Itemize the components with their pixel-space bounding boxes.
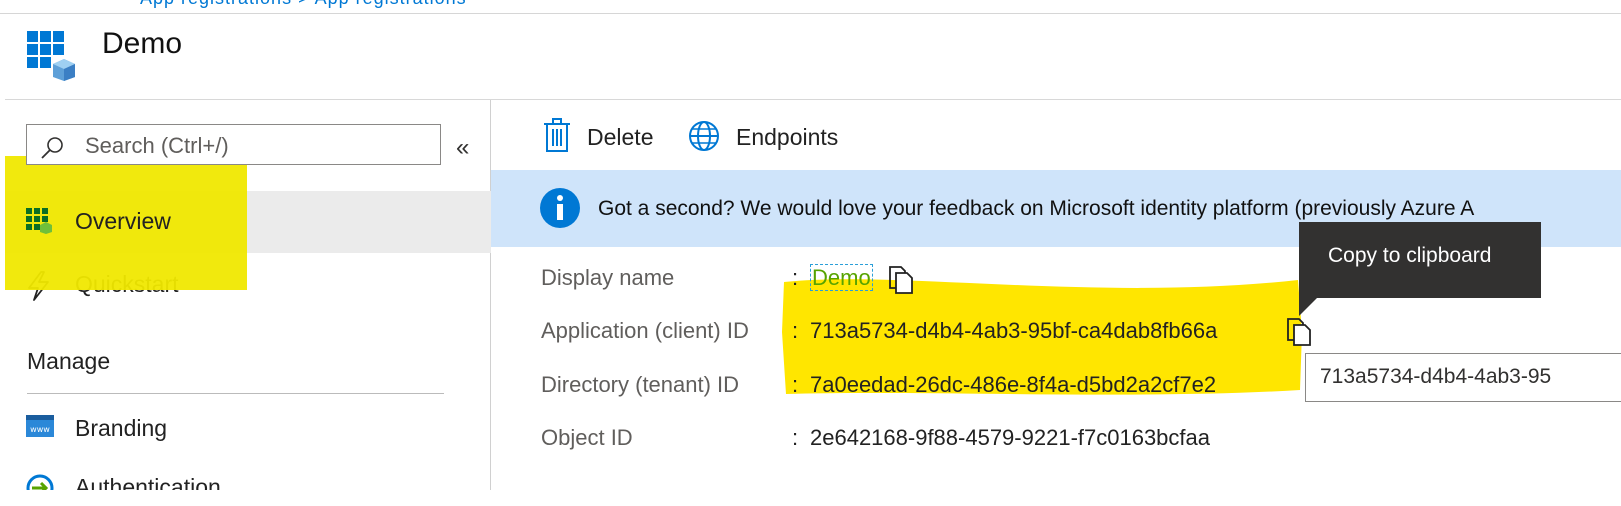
page-title: Demo — [102, 27, 183, 60]
property-label: Application (client) ID — [541, 318, 749, 343]
tooltip-text: Copy to clipboard — [1328, 244, 1492, 267]
info-icon — [540, 188, 580, 228]
client-id-value: 713a5734-d4b4-4ab3-95bf-ca4dab8fb66a — [810, 318, 1218, 343]
section-divider — [27, 393, 444, 394]
breadcrumb-text[interactable]: App registrations > App registrations — [140, 0, 467, 9]
property-colon: : — [792, 318, 799, 343]
property-colon: : — [792, 265, 799, 290]
branding-www-icon: www — [26, 414, 54, 440]
copy-value-text: 713a5734-d4b4-4ab3-95 — [1320, 365, 1552, 388]
highlight-annotation — [5, 156, 247, 290]
property-label: Display name — [541, 265, 675, 290]
property-colon: : — [792, 425, 799, 450]
object-id-value: 2e642168-9f88-4579-9221-f7c0163bcfaa — [810, 425, 1210, 450]
sidebar-item-label: Branding — [75, 415, 168, 441]
property-colon: : — [792, 372, 799, 397]
header-divider — [5, 99, 1621, 100]
search-box[interactable] — [26, 124, 441, 165]
tooltip: Copy to clipboard — [1299, 222, 1541, 298]
copy-icon[interactable] — [888, 264, 914, 294]
globe-icon — [689, 121, 719, 151]
copy-icon[interactable] — [1286, 316, 1312, 346]
tooltip-arrow — [1299, 296, 1319, 316]
copy-value-field[interactable]: 713a5734-d4b4-4ab3-95 — [1305, 353, 1621, 402]
display-name-value: Demo — [810, 264, 873, 291]
property-label: Directory (tenant) ID — [541, 372, 740, 397]
section-heading-manage: Manage — [27, 348, 111, 374]
sidebar-item-authentication[interactable]: Authentication — [5, 460, 491, 490]
endpoints-button[interactable]: Endpoints — [688, 118, 858, 158]
delete-label: Delete — [587, 124, 654, 150]
endpoints-label: Endpoints — [736, 124, 839, 150]
authentication-icon — [26, 474, 54, 490]
sidebar-item-branding[interactable]: www Branding — [5, 398, 491, 460]
search-input[interactable] — [83, 131, 427, 161]
app-registration-icon — [27, 31, 77, 81]
delete-button[interactable]: Delete — [541, 118, 666, 158]
banner-text: Got a second? We would love your feedbac… — [598, 197, 1475, 220]
breadcrumb: App registrations > App registrations — [0, 0, 1621, 14]
search-icon — [41, 137, 63, 159]
display-name-link[interactable]: Demo — [810, 264, 873, 291]
svg-text:www: www — [30, 425, 50, 434]
sidebar-item-label: Authentication — [75, 474, 221, 490]
collapse-sidebar-button[interactable]: « — [456, 134, 469, 162]
trash-icon — [544, 118, 570, 152]
property-label: Object ID — [541, 425, 633, 450]
tenant-id-value: 7a0eedad-26dc-486e-8f4a-d5bd2a2cf7e2 — [810, 372, 1217, 397]
